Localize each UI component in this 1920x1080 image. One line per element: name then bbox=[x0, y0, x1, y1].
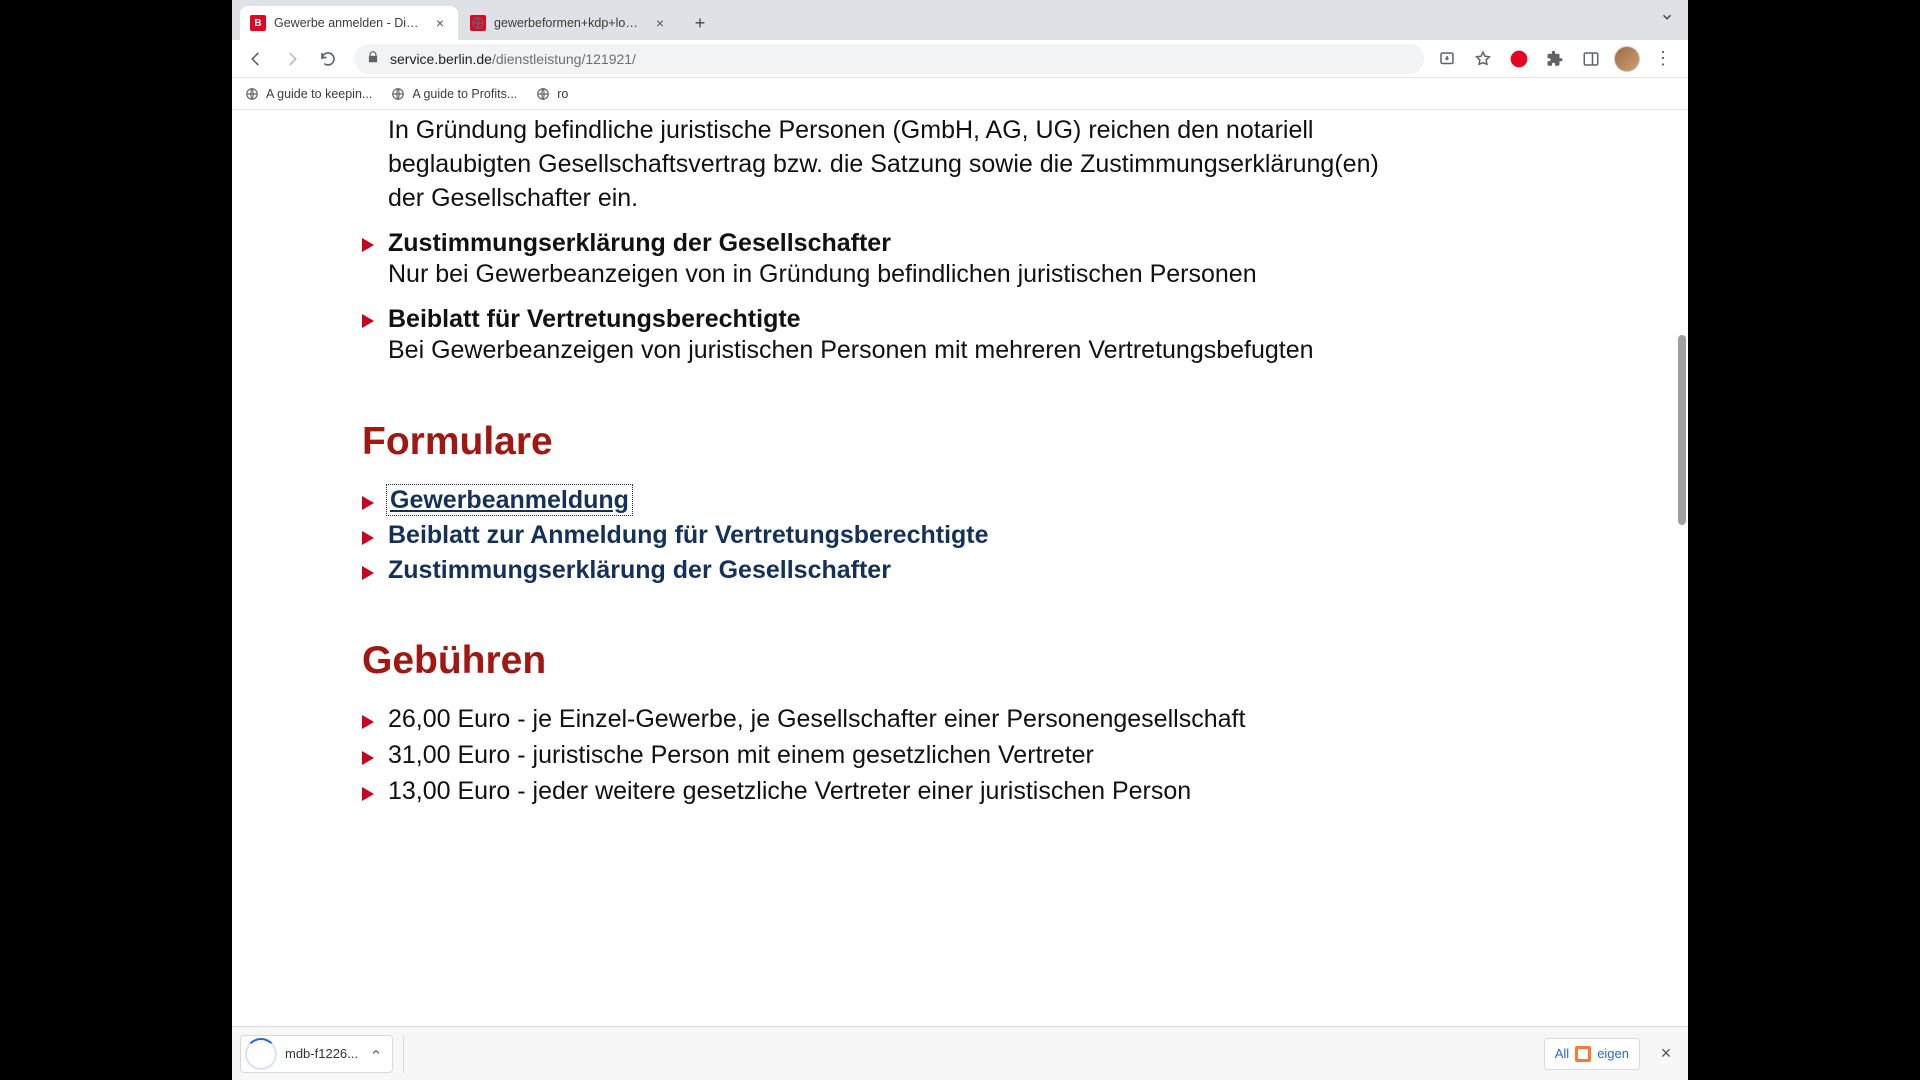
page-viewport: In Gründung befindliche juristische Pers… bbox=[232, 110, 1688, 1080]
browser-window: B Gewerbe anmelden - Dienstle × gewerbef… bbox=[232, 0, 1688, 1080]
globe-icon bbox=[470, 15, 486, 31]
fee-item: 31,00 Euro - juristische Person mit eine… bbox=[362, 741, 1412, 770]
fee-item: 13,00 Euro - jeder weitere gesetzliche V… bbox=[362, 777, 1412, 806]
requirement-title: Beiblatt für Vertretungsberechtigte bbox=[388, 305, 1412, 334]
list-item: Zustimmungserklärung der Gesellschafter bbox=[362, 556, 1412, 585]
tab-title: gewerbeformen+kdp+low+con bbox=[494, 16, 644, 30]
form-link-gewerbeanmeldung[interactable]: Gewerbeanmeldung bbox=[388, 486, 631, 514]
tab-title: Gewerbe anmelden - Dienstle bbox=[274, 16, 424, 30]
requirement-item: Zustimmungserklärung der Gesellschafter … bbox=[362, 229, 1412, 291]
scrollbar-thumb[interactable] bbox=[1678, 335, 1686, 525]
chevron-up-icon[interactable] bbox=[370, 1046, 382, 1061]
close-icon[interactable]: × bbox=[652, 15, 668, 31]
divider bbox=[403, 1035, 404, 1073]
bookmark-item[interactable]: A guide to Profits... bbox=[390, 86, 517, 102]
show-all-label-left: All bbox=[1555, 1046, 1569, 1061]
intro-paragraph: In Gründung befindliche juristische Pers… bbox=[388, 114, 1412, 215]
show-all-label-right: eigen bbox=[1597, 1046, 1629, 1061]
install-icon[interactable] bbox=[1434, 46, 1460, 72]
heading-formulare: Formulare bbox=[362, 420, 1412, 464]
new-tab-button[interactable]: + bbox=[686, 9, 714, 37]
toolbar: service.berlin.de/dienstleistung/121921/ bbox=[232, 40, 1688, 78]
tab-active[interactable]: B Gewerbe anmelden - Dienstle × bbox=[240, 6, 458, 40]
heading-gebuehren: Gebühren bbox=[362, 639, 1412, 683]
menu-icon[interactable]: ⋮ bbox=[1650, 46, 1676, 72]
fee-item: 26,00 Euro - je Einzel-Gewerbe, je Gesel… bbox=[362, 705, 1412, 734]
bookmark-item[interactable]: ro bbox=[535, 86, 568, 102]
extensions-icon[interactable] bbox=[1542, 46, 1568, 72]
bookmark-item[interactable]: A guide to keepin... bbox=[244, 86, 372, 102]
bookmark-label: ro bbox=[557, 87, 568, 101]
show-all-downloads-button[interactable]: All eigen bbox=[1544, 1038, 1640, 1070]
tabs-overflow-icon[interactable] bbox=[1660, 10, 1674, 29]
download-bar: mdb-f1226... All eigen × bbox=[232, 1026, 1688, 1080]
list-item: Beiblatt zur Anmeldung für Vertretungsbe… bbox=[362, 521, 1412, 550]
favicon-icon: B bbox=[250, 15, 266, 31]
forward-button[interactable] bbox=[276, 43, 308, 75]
requirement-title: Zustimmungserklärung der Gesellschafter bbox=[388, 229, 1412, 258]
file-icon bbox=[1575, 1046, 1591, 1062]
form-link-beiblatt[interactable]: Beiblatt zur Anmeldung für Vertretungsbe… bbox=[388, 521, 989, 549]
requirement-body: Nur bei Gewerbeanzeigen von in Gründung … bbox=[388, 258, 1412, 291]
tab-strip: B Gewerbe anmelden - Dienstle × gewerbef… bbox=[232, 0, 1688, 40]
address-bar[interactable]: service.berlin.de/dienstleistung/121921/ bbox=[354, 44, 1424, 74]
back-button[interactable] bbox=[240, 43, 272, 75]
download-filename: mdb-f1226... bbox=[285, 1046, 358, 1061]
lock-icon bbox=[366, 50, 380, 67]
bookmark-star-icon[interactable] bbox=[1470, 46, 1496, 72]
bookmark-label: A guide to keepin... bbox=[266, 87, 372, 101]
close-icon[interactable]: × bbox=[1652, 1040, 1680, 1068]
page-content: In Gründung befindliche juristische Pers… bbox=[362, 110, 1412, 813]
sidepanel-icon[interactable] bbox=[1578, 46, 1604, 72]
bookmarks-bar: A guide to keepin... A guide to Profits.… bbox=[232, 78, 1688, 110]
globe-icon bbox=[244, 86, 260, 102]
requirement-item: Beiblatt für Vertretungsberechtigte Bei … bbox=[362, 305, 1412, 367]
form-link-zustimmung[interactable]: Zustimmungserklärung der Gesellschafter bbox=[388, 556, 891, 584]
bookmark-label: A guide to Profits... bbox=[412, 87, 517, 101]
url-text: service.berlin.de/dienstleistung/121921/ bbox=[390, 51, 1412, 67]
close-icon[interactable]: × bbox=[432, 15, 448, 31]
scrollbar[interactable] bbox=[1676, 110, 1688, 1026]
requirement-body: Bei Gewerbeanzeigen von juristischen Per… bbox=[388, 334, 1412, 367]
profile-avatar[interactable] bbox=[1614, 46, 1640, 72]
globe-icon bbox=[390, 86, 406, 102]
reload-button[interactable] bbox=[312, 43, 344, 75]
download-progress-icon bbox=[245, 1038, 277, 1070]
globe-icon bbox=[535, 86, 551, 102]
download-item[interactable]: mdb-f1226... bbox=[240, 1035, 393, 1073]
list-item: Gewerbeanmeldung bbox=[362, 486, 1412, 515]
adblock-icon[interactable] bbox=[1506, 46, 1532, 72]
tab-inactive[interactable]: gewerbeformen+kdp+low+con × bbox=[460, 6, 678, 40]
